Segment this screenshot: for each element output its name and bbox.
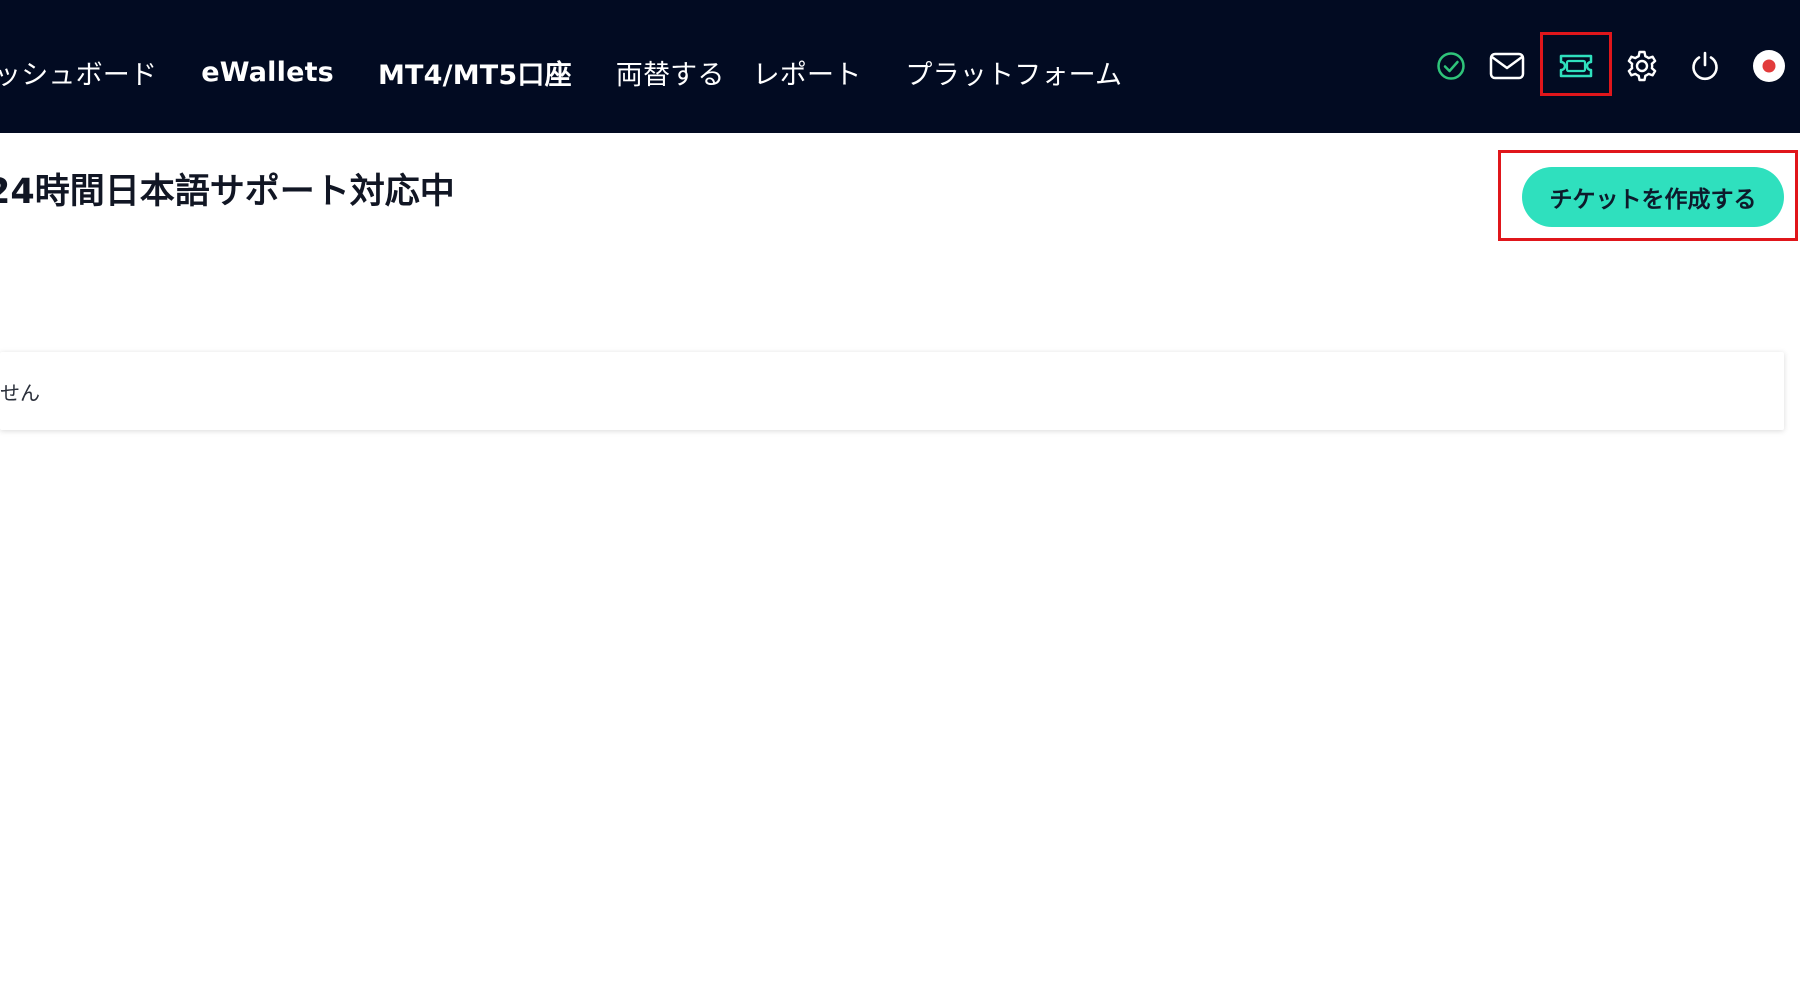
top-navbar: ッシュボード eWallets MT4/MT5口座 両替する レポート プラット… (0, 0, 1800, 133)
verified-check-icon[interactable] (1432, 47, 1470, 85)
header-icons (0, 0, 1800, 133)
flag-icon[interactable] (1750, 47, 1788, 85)
tickets-empty-card: せん (0, 352, 1784, 430)
mail-icon[interactable] (1488, 47, 1526, 85)
ticket-icon[interactable] (1557, 47, 1595, 85)
gear-icon[interactable] (1623, 47, 1661, 85)
create-ticket-button[interactable]: チケットを作成する (1522, 167, 1784, 227)
power-icon[interactable] (1686, 47, 1724, 85)
empty-message: せん (0, 380, 40, 405)
page-title: 24時間日本語サポート対応中 (0, 172, 455, 212)
